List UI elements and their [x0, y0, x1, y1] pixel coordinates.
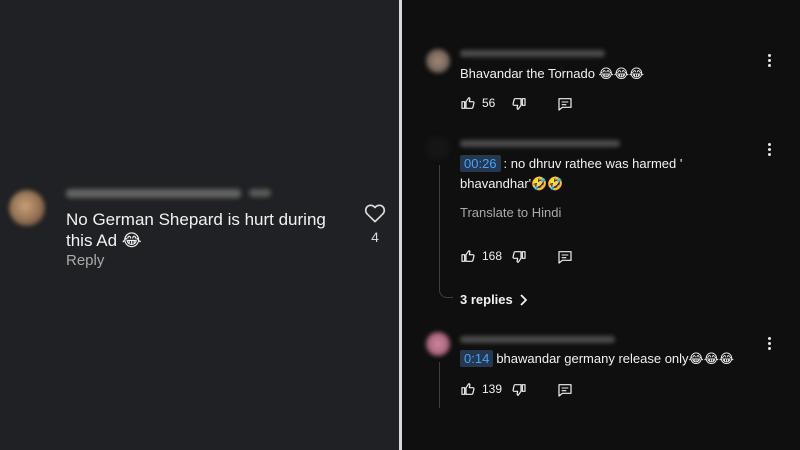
heart-icon[interactable] — [364, 203, 386, 223]
translate-button[interactable]: Translate to Hindi — [460, 205, 561, 220]
like-count: 168 — [482, 249, 503, 263]
comment-text: 00:26: no dhruv rathee was harmed ' bhav… — [460, 154, 772, 194]
thread-connector — [439, 284, 453, 298]
blurred-timestamp — [249, 189, 271, 197]
avatar[interactable] — [426, 332, 450, 356]
like-button[interactable]: 56 — [460, 95, 495, 111]
comment-text: No German Shepard is hurt during this Ad… — [66, 210, 326, 250]
like-button[interactable]: 139 — [460, 381, 502, 397]
timestamp-link[interactable]: 00:26 — [460, 155, 501, 172]
thumbs-down-icon[interactable] — [511, 96, 527, 112]
like-count: 4 — [371, 229, 379, 245]
like-count: 56 — [482, 96, 496, 110]
avatar[interactable] — [426, 136, 450, 160]
thread-line — [439, 165, 440, 285]
thumbs-up-icon — [461, 97, 475, 109]
replies-label: 3 replies — [460, 292, 513, 307]
thumbs-up-icon — [461, 250, 475, 262]
blurred-username — [460, 336, 615, 343]
comment-text: 0:14 bhawandar germany release only😂😂😂 — [460, 349, 772, 369]
reply-button[interactable]: Reply — [66, 252, 104, 269]
thumbs-up-icon — [461, 383, 475, 395]
avatar[interactable] — [9, 190, 45, 226]
chevron-right-icon — [520, 293, 527, 306]
like-count: 139 — [482, 382, 503, 396]
left-comment-panel: No German Shepard is hurt during this Ad… — [0, 0, 399, 450]
right-comment-panel: Bhavandar the Tornado 😂😂😂 56 00:26: no d… — [402, 0, 800, 450]
comment-reply-icon[interactable] — [557, 96, 573, 112]
view-replies-button[interactable]: 3 replies — [460, 292, 527, 307]
timestamp-link[interactable]: 0:14 — [460, 350, 494, 367]
blurred-username — [460, 140, 620, 147]
blurred-username — [460, 50, 605, 57]
comment-reply-icon[interactable] — [557, 249, 573, 265]
more-vertical-icon[interactable] — [768, 54, 772, 68]
comment-body: bhawandar germany release only😂😂😂 — [496, 351, 735, 366]
avatar[interactable] — [426, 49, 450, 73]
blurred-username — [66, 189, 241, 198]
thumbs-down-icon[interactable] — [511, 382, 527, 398]
thread-line — [439, 362, 440, 408]
comment-reply-icon[interactable] — [557, 382, 573, 398]
like-button[interactable]: 168 — [460, 248, 502, 264]
thumbs-down-icon[interactable] — [511, 249, 527, 265]
comment-text: Bhavandar the Tornado 😂😂😂 — [460, 66, 645, 81]
